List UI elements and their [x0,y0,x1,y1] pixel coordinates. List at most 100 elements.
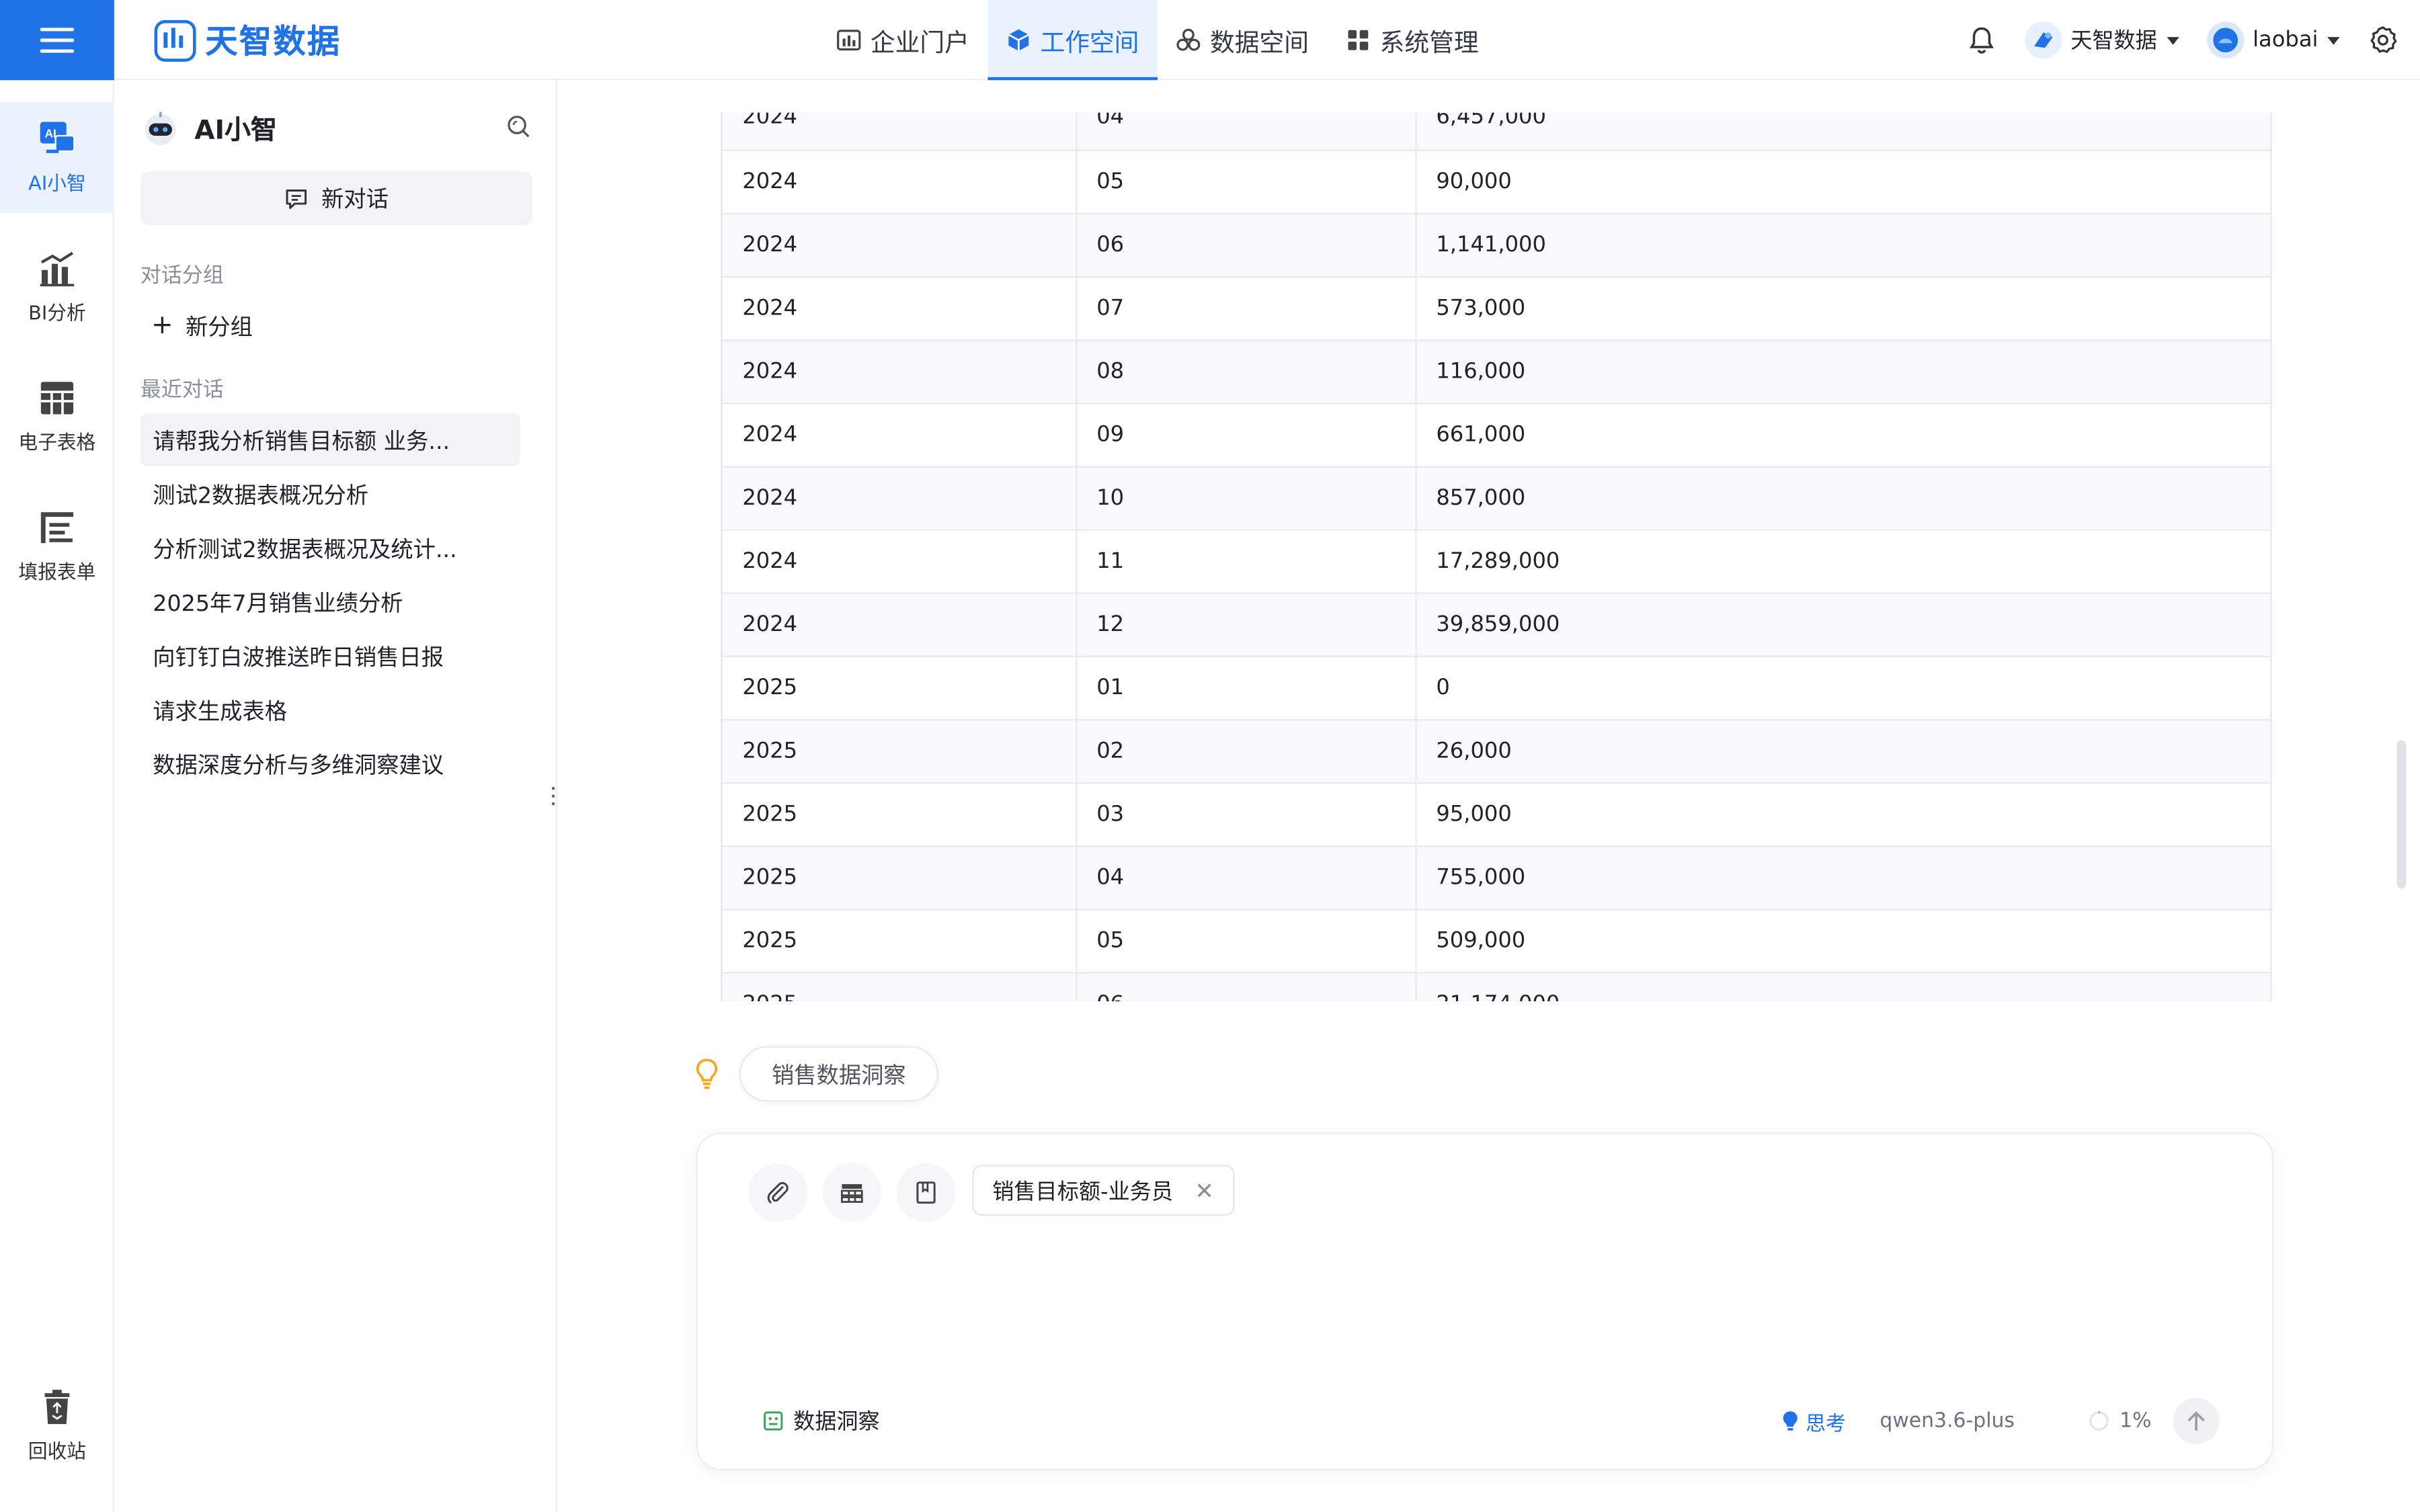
attach-file-button[interactable] [748,1163,807,1222]
bookmark-book-icon [916,1181,936,1204]
context-usage: 1% [2089,1409,2152,1433]
bi-chart-icon [40,251,75,287]
new-group-button[interactable]: + 新分组 [151,310,253,342]
month-cell: 06 [1076,212,1416,278]
table-row: 2024 06 1,141,000 [722,212,2271,278]
knowledge-base-button[interactable] [896,1163,956,1222]
lightbulb-icon [696,1058,718,1089]
suggestion-chip[interactable]: 销售数据洞察 [739,1046,938,1102]
rail-recycle-bin[interactable]: 回收站 [0,1370,114,1481]
cube-icon [1008,29,1029,51]
nav-label: 企业门户 [870,28,969,57]
table-row: 2024 05 90,000 [722,149,2271,214]
amount-cell: 39,859,000 [1415,592,2271,657]
send-button[interactable] [2173,1398,2220,1444]
conversation-item[interactable]: 请帮我分析销售目标额 业务... [140,413,520,466]
month-cell: 11 [1076,529,1416,593]
grid-icon [1348,30,1369,50]
settings-gear-icon[interactable] [2368,25,2398,56]
nav-system-management[interactable]: 系统管理 [1328,0,1498,80]
bar-chart-icon [837,30,861,51]
attached-table-tag: 销售目标额-业务员 ✕ [972,1165,1234,1216]
conversation-item[interactable]: 分析测试2数据表概况及统计... [140,521,520,574]
year-cell: 2024 [722,212,1077,278]
year-cell: 2024 [722,149,1077,214]
amount-cell: 6,457,000 [1415,112,2271,151]
year-cell: 2024 [722,276,1077,341]
table-row: 2025 02 26,000 [722,718,2271,784]
groups-section-label: 对话分组 [140,263,224,289]
think-bulb-icon [1783,1411,1798,1431]
recycle-bin-icon [44,1390,70,1425]
amount-cell: 0 [1415,655,2271,720]
mode-label: 数据洞察 [793,1410,880,1435]
user-name: laobai [2253,28,2318,53]
result-table: 2024 04 6,457,000 2024 05 90,000 2024 06 1,141,0… [722,112,2271,1002]
conversation-item[interactable]: 测试2数据表概况分析 [140,468,520,520]
year-cell: 2024 [722,592,1077,657]
table-row: 2024 08 116,000 [722,339,2271,404]
new-chat-button[interactable]: 新对话 [140,171,533,226]
notification-bell-icon[interactable] [1966,25,1997,56]
result-table-container[interactable]: 2024 04 6,457,000 2024 05 90,000 2024 06 1,141,0… [721,112,2272,1002]
amount-cell: 17,289,000 [1415,529,2271,593]
data-insight-mode-button[interactable]: 数据洞察 [762,1406,880,1437]
logo-text: 天智数据 [205,23,341,60]
table-row: 20250621,174,000 [722,972,2271,1002]
org-logo-icon [2024,22,2062,59]
rail-ai-assistant[interactable]: AI AI小智 [0,101,114,213]
conversation-item[interactable]: 数据深度分析与多维洞察建议 [140,737,520,790]
menu-toggle-button[interactable] [0,0,114,81]
select-datasource-button[interactable] [822,1163,881,1222]
month-cell: 05 [1076,149,1416,214]
month-cell: 04 [1076,112,1416,151]
rail-report-form[interactable]: 填报表单 [0,491,114,601]
conversation-item[interactable]: 请求生成表格 [140,683,520,736]
paperclip-icon [767,1182,789,1204]
brand-logo[interactable]: 天智数据 [154,17,341,63]
form-icon [40,512,74,544]
conversation-item[interactable]: 2025年7月销售业绩分析 [140,575,520,628]
amount-cell: 95,000 [1415,782,2271,847]
nav-enterprise-portal[interactable]: 企业门户 [818,0,988,80]
new-group-label: 新分组 [186,316,253,341]
year-cell: 2025 [722,845,1077,910]
think-toggle[interactable]: 思考 [1781,1406,1846,1435]
caret-down-icon [2166,36,2179,44]
nav-data-space[interactable]: 数据空间 [1158,0,1328,80]
amount-cell: 26,000 [1415,718,2271,784]
rail-label: AI小智 [28,171,86,195]
org-switcher[interactable]: 天智数据 [2024,22,2179,59]
rail-spreadsheet[interactable]: 电子表格 [0,361,114,472]
arrow-up-icon [2187,1411,2205,1431]
month-cell: 09 [1076,403,1416,467]
ai-assistant-icon: AI [40,122,75,153]
usage-value: 1% [2120,1409,2152,1433]
sidebar-header: AI小智 [142,108,277,146]
amount-cell: 116,000 [1415,339,2271,404]
rail-label: BI分析 [28,300,86,325]
app-rail: AI AI小智 BI分析 电子表格 填报表单 回收站 [0,80,114,1512]
user-menu[interactable]: laobai [2206,22,2340,59]
user-avatar [2206,22,2244,59]
table-row: 2024 12 39,859,000 [722,592,2271,657]
year-cell: 2025 [722,655,1077,720]
page-scrollbar[interactable] [2396,741,2407,889]
attached-table-name: 销售目标额-业务员 [992,1179,1174,1204]
month-cell: 03 [1076,782,1416,847]
year-cell: 2024 [722,403,1077,467]
new-chat-icon [286,188,307,208]
amount-cell: 90,000 [1415,149,2271,214]
amount-cell: 1,141,000 [1415,212,2271,278]
search-icon[interactable] [506,114,531,139]
nav-workspace[interactable]: 工作空间 [987,0,1158,81]
svg-text:AI: AI [45,126,56,140]
robot-avatar-icon [145,111,176,144]
model-selector[interactable]: qwen3.6-plus [1880,1409,2015,1432]
table-row: 2025 05 509,000 [722,909,2271,973]
rail-label: 电子表格 [18,430,96,454]
month-cell: 07 [1076,276,1416,341]
rail-bi-analysis[interactable]: BI分析 [0,231,114,342]
remove-attachment-icon[interactable]: ✕ [1195,1177,1214,1204]
conversation-item[interactable]: 向钉钉白波推送昨日销售日报 [140,630,520,682]
